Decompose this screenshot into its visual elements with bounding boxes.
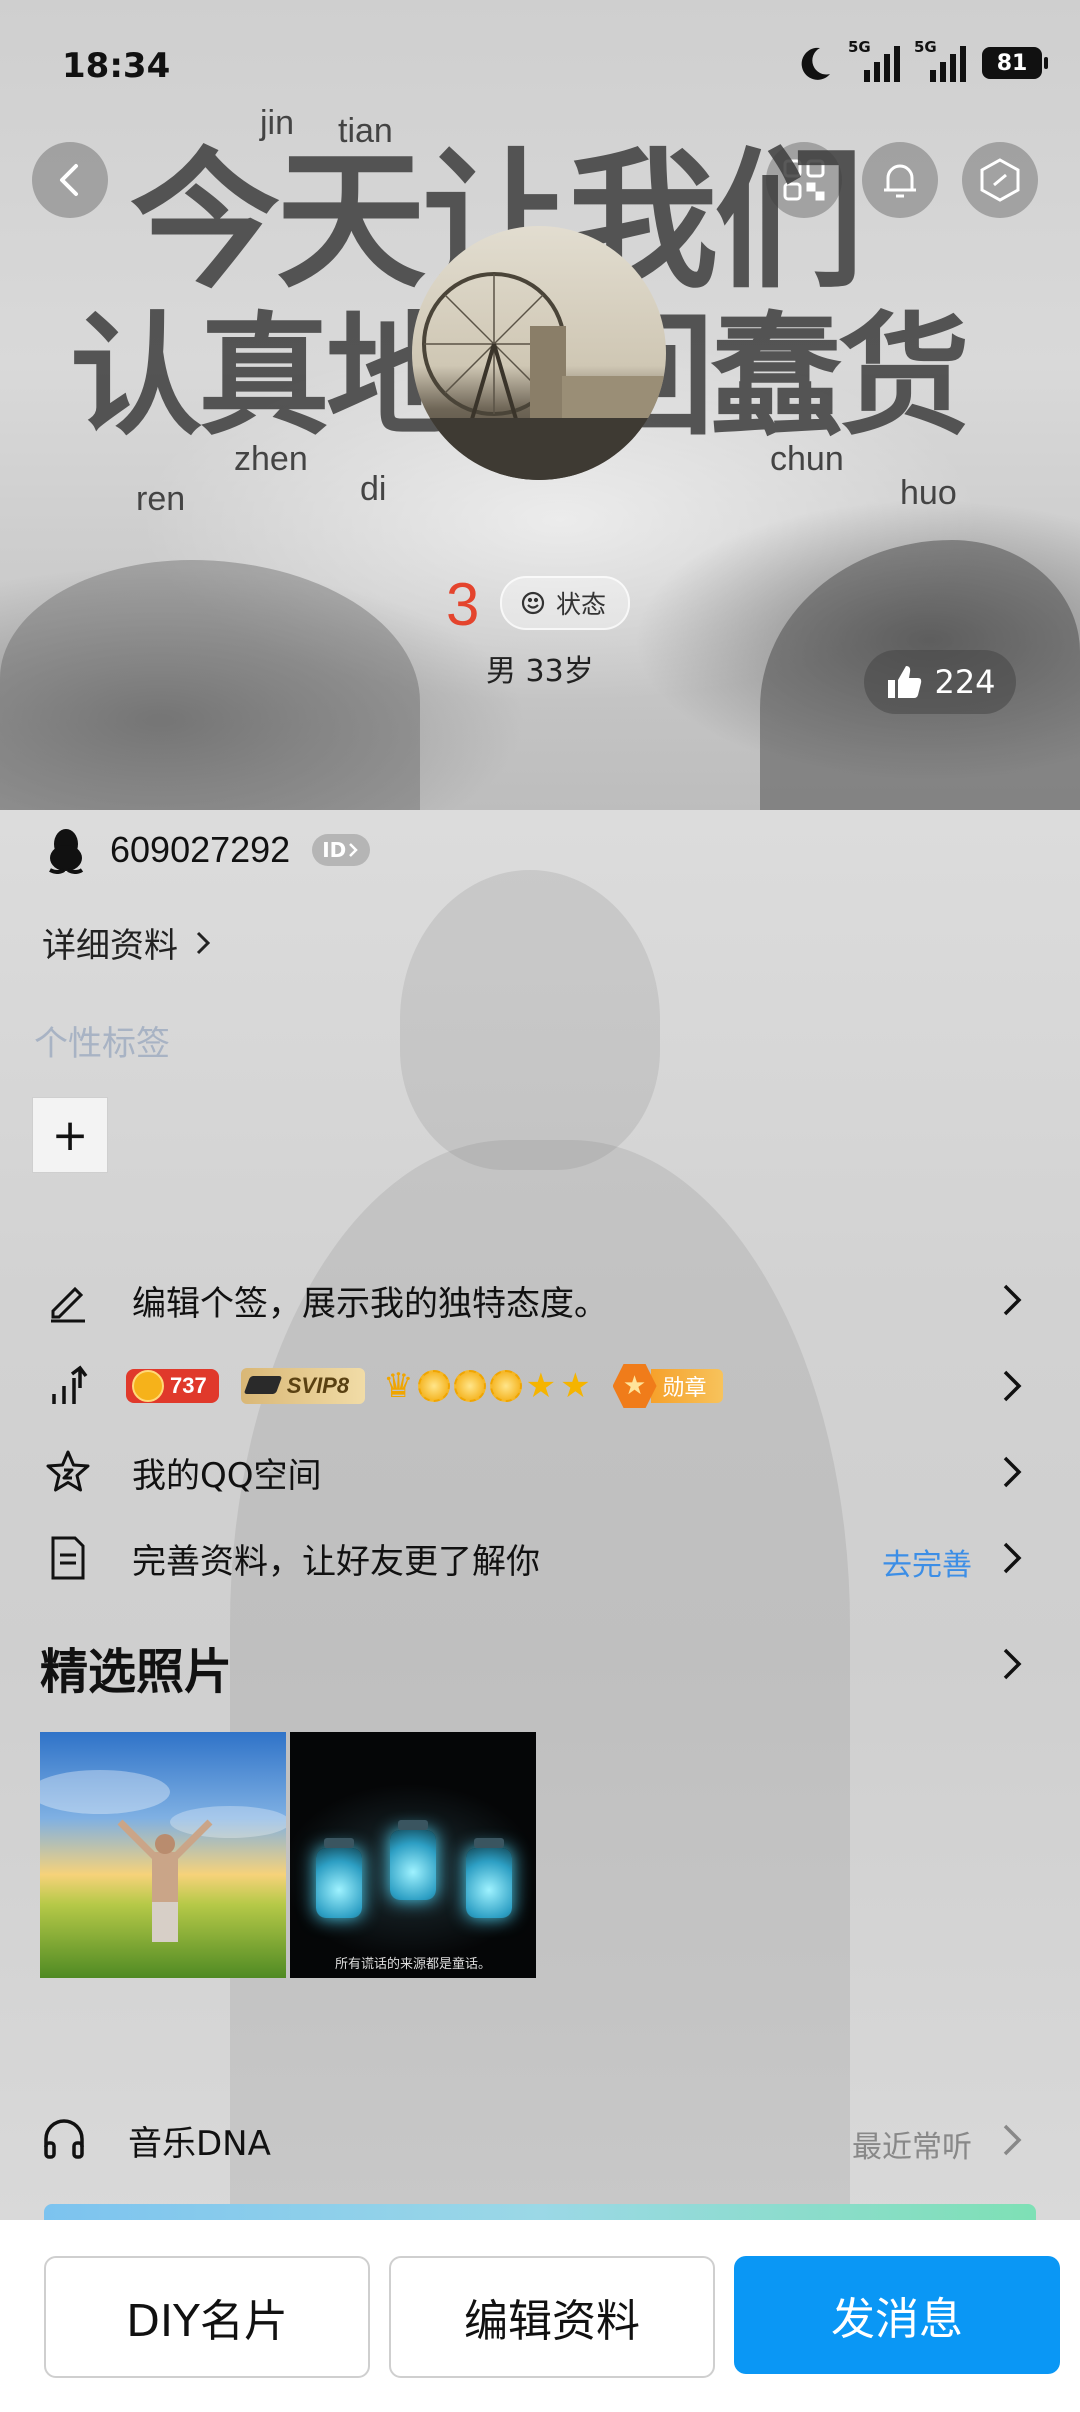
complete-profile-row[interactable]: 完善资料，让好友更了解你 去完善 [40, 1526, 1040, 1590]
bell-icon [884, 164, 916, 198]
qq-number: 609027292 [110, 829, 291, 870]
edit-profile-button[interactable]: 编辑资料 [389, 2256, 715, 2378]
chevron-right-icon [1003, 1370, 1022, 1402]
featured-photos-title: 精选照片 [40, 1644, 233, 1700]
id-badge[interactable]: ID [312, 834, 371, 866]
status-icons: 5G 5G 81 [796, 38, 1048, 82]
add-tag-button[interactable]: + [32, 1097, 108, 1173]
jar-image [466, 1838, 512, 1918]
complete-profile-link[interactable]: 去完善 [882, 1540, 972, 1584]
avatar[interactable] [412, 226, 666, 480]
network-label-2: 5G [914, 38, 937, 56]
status-smile-icon [521, 591, 545, 615]
qzone-label: 我的QQ空间 [132, 1455, 322, 1496]
crown-icon: ♛ [383, 1366, 414, 1406]
diy-card-button[interactable]: DIY名片 [44, 2256, 370, 2378]
star-icon: ★ [525, 1366, 557, 1406]
edit-signature-row[interactable]: 编辑个签，展示我的独特态度。 [40, 1268, 1040, 1332]
status-button[interactable]: 状态 [500, 576, 631, 630]
photo-2-caption: 所有谎话的来源都是童话。 [334, 1957, 491, 1972]
pencil-icon [40, 1277, 96, 1323]
jar-image [316, 1838, 362, 1918]
level-value: 737 [170, 1373, 207, 1398]
medal-label: 勋章 [650, 1369, 723, 1403]
back-button[interactable] [32, 142, 108, 218]
chevron-right-icon [196, 931, 211, 954]
chevron-right-icon[interactable] [1000, 1644, 1024, 1684]
headphones-icon [40, 2115, 88, 2165]
chart-up-icon [40, 1364, 96, 1408]
status-time: 18:34 [62, 46, 171, 86]
personal-tags-title: 个性标签 [34, 1024, 170, 1064]
chevron-right-icon [349, 843, 359, 857]
star-icon: ★ [560, 1366, 591, 1406]
gender-age: 男 33岁 [486, 654, 594, 689]
sun-icon [453, 1370, 486, 1402]
send-message-button[interactable]: 发消息 [734, 2256, 1060, 2374]
signal-icon: 5G [848, 38, 900, 82]
like-count: 224 [934, 663, 996, 701]
qq-number-row[interactable]: 609027292 ID [44, 826, 371, 874]
signal-icon-2: 5G [914, 38, 966, 82]
status-label: 状态 [556, 590, 607, 619]
level-icons: ♛ ★ ★ [383, 1369, 590, 1403]
level-row[interactable]: 737 SVIP8 ♛ ★ ★ ★ 勋章 [40, 1354, 1040, 1418]
avatar-image [412, 272, 666, 480]
notification-button[interactable] [862, 142, 938, 218]
music-dna-row[interactable]: 音乐DNA 最近常听 [40, 2108, 1040, 2172]
detail-link[interactable]: 详细资料 [42, 918, 212, 967]
chevron-right-icon [1003, 1456, 1022, 1488]
star-outline-icon [40, 1448, 96, 1496]
recently-played-link[interactable]: 最近常听 [852, 2122, 972, 2166]
battery-indicator: 81 [982, 47, 1048, 79]
id-badge-label: ID [322, 838, 347, 862]
complete-profile-label: 完善资料，让好友更了解你 [132, 1541, 540, 1582]
like-button[interactable]: 224 [864, 650, 1016, 714]
hexagon-menu-icon [980, 158, 1020, 202]
chevron-left-icon [60, 164, 78, 196]
music-card-top [44, 2204, 1036, 2220]
signature-label: 编辑个签，展示我的独特态度。 [132, 1283, 608, 1324]
qzone-row[interactable]: 我的QQ空间 [40, 1440, 1040, 1504]
photo-thumbnail-2[interactable]: 所有谎话的来源都是童话。 [290, 1732, 536, 1978]
sun-icon [417, 1370, 450, 1402]
penguin-icon [49, 829, 84, 874]
nickname: 3 [446, 571, 480, 638]
photo-thumbnail-1[interactable] [40, 1732, 286, 1978]
chevron-right-icon [1003, 1542, 1022, 1574]
level-badge: 737 [126, 1369, 219, 1403]
chevron-right-icon [1003, 1284, 1022, 1316]
svip-badge: SVIP8 [240, 1368, 366, 1404]
music-dna-label: 音乐DNA [128, 2123, 271, 2164]
qr-code-icon [783, 159, 825, 201]
chevron-right-icon [1003, 2124, 1022, 2156]
photo-1-image [40, 1770, 286, 1942]
medal-badge: ★ 勋章 [612, 1364, 723, 1408]
document-icon [40, 1535, 96, 1581]
thumbs-up-icon [888, 666, 922, 698]
sun-icon [489, 1370, 522, 1402]
qr-code-button[interactable] [766, 142, 842, 218]
detail-label: 详细资料 [42, 926, 178, 966]
moon-icon [801, 47, 830, 80]
network-label-1: 5G [848, 38, 871, 56]
medal-star-icon: ★ [612, 1364, 657, 1408]
coin-icon [132, 1370, 164, 1402]
jar-image [390, 1820, 436, 1900]
more-button[interactable] [962, 142, 1038, 218]
